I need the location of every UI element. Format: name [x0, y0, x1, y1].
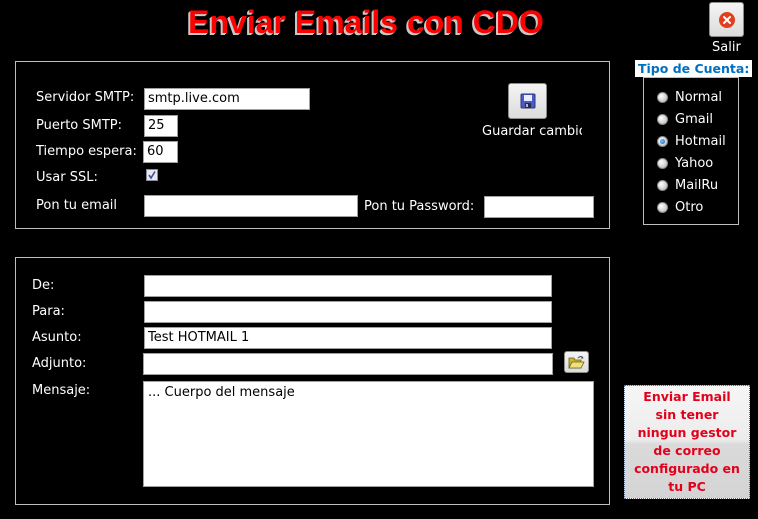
radio-button[interactable] — [657, 91, 668, 103]
radio-label: Otro — [675, 199, 704, 215]
smtp-server-input[interactable]: smtp.live.com — [144, 88, 310, 110]
save-changes-label: Guardar cambios — [482, 124, 582, 139]
attachment-input[interactable] — [143, 353, 553, 375]
radio-label: MailRu — [675, 177, 719, 193]
exit-label: Salir — [712, 40, 741, 55]
to-label: Para: — [32, 304, 65, 319]
radio-gmail[interactable]: Gmail — [657, 108, 726, 130]
radio-button[interactable] — [657, 113, 668, 125]
ssl-label: Usar SSL: — [36, 170, 98, 185]
subject-input[interactable]: Test HOTMAIL 1 — [144, 327, 552, 349]
save-changes-button[interactable] — [508, 83, 547, 119]
radio-hotmail[interactable]: Hotmail — [657, 130, 726, 152]
email-label: Pon tu email — [36, 198, 118, 213]
send-email-button[interactable]: Enviar Email sin tener ningun gestor de … — [624, 385, 750, 499]
timeout-input[interactable]: 60 — [143, 141, 178, 163]
smtp-port-input[interactable]: 25 — [144, 115, 178, 137]
password-input[interactable] — [484, 196, 594, 218]
radio-button[interactable] — [657, 201, 668, 213]
body-label: Mensaje: — [32, 383, 91, 398]
radio-label: Hotmail — [675, 133, 726, 149]
to-input[interactable] — [144, 301, 552, 323]
radio-button[interactable] — [657, 157, 668, 169]
from-label: De: — [32, 278, 55, 293]
radio-normal[interactable]: Normal — [657, 86, 726, 108]
floppy-disk-icon — [520, 93, 535, 109]
radio-yahoo[interactable]: Yahoo — [657, 152, 726, 174]
smtp-port-label: Puerto SMTP: — [36, 118, 123, 133]
email-input[interactable] — [144, 195, 358, 217]
password-label: Pon tu Password: — [364, 199, 475, 214]
timeout-label: Tiempo espera: — [36, 144, 137, 159]
radio-label: Normal — [675, 89, 723, 105]
folder-open-icon — [567, 355, 585, 368]
ssl-checkbox[interactable] — [146, 169, 158, 181]
radio-otro[interactable]: Otro — [657, 196, 726, 218]
exit-button[interactable] — [709, 2, 744, 37]
close-icon — [718, 11, 735, 28]
from-input[interactable] — [144, 275, 552, 297]
radio-label: Yahoo — [675, 155, 714, 171]
smtp-server-label: Servidor SMTP: — [36, 90, 135, 105]
radio-label: Gmail — [675, 111, 713, 127]
body-textarea[interactable]: ... Cuerpo del mensaje — [143, 381, 594, 487]
checkmark-icon — [148, 171, 156, 180]
subject-label: Asunto: — [32, 330, 82, 345]
radio-button[interactable] — [657, 135, 668, 147]
page-title: Enviar Emails con CDO — [188, 4, 544, 40]
browse-attachment-button[interactable] — [564, 351, 589, 373]
attachment-label: Adjunto: — [32, 356, 87, 371]
radio-button[interactable] — [657, 179, 668, 191]
radio-mailru[interactable]: MailRu — [657, 174, 726, 196]
account-type-radio-group: Normal Gmail Hotmail Yahoo MailRu Otro — [657, 86, 726, 218]
account-type-heading: Tipo de Cuenta: — [635, 60, 753, 77]
send-email-label: Enviar Email sin tener ningun gestor de … — [634, 389, 740, 494]
